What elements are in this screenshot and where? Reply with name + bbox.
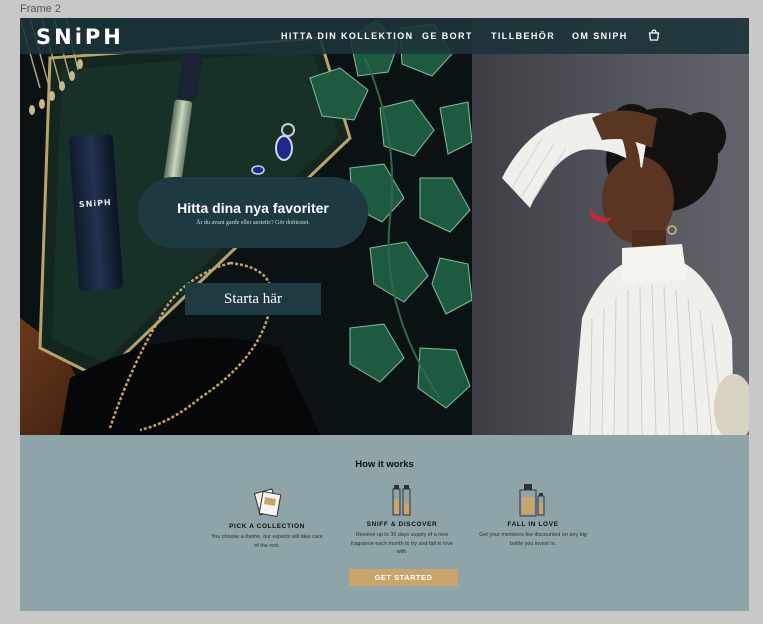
step-title: FALL IN LOVE <box>507 521 559 528</box>
step-title: PICK A COLLECTION <box>229 523 305 530</box>
step-fall-in-love: FALL IN LOVE Get your members fee discou… <box>473 483 593 555</box>
model-portrait-illustration <box>502 104 749 435</box>
nav-item-om-sniph[interactable]: OM SNIPH <box>572 31 628 41</box>
hero-title: Hitta dina nya favoriter <box>177 200 329 216</box>
how-it-works-section: How it works PICK A COLLECTION You choos… <box>20 435 749 611</box>
collection-cards-icon <box>253 488 282 517</box>
hero-subtitle: Är du avant garde eller aestetic? Gör do… <box>196 220 310 226</box>
step-description: You choose a theme, our experts will tak… <box>211 534 323 549</box>
step-title: SNIFF & DISCOVER <box>366 521 438 528</box>
hero-product-photo: SNiPH Hitta dina nya favoriter Är du ava… <box>20 18 472 435</box>
step-description: Get your members fee discounted on any b… <box>479 532 587 547</box>
nav-item-tillbehor[interactable]: TILLBEHÖR <box>491 31 555 41</box>
step-description: Receive up to 30 days supply of a new fr… <box>351 532 453 555</box>
nav-item-hitta-din-kollektion[interactable]: HITTA DIN KOLLEKTION <box>281 31 414 41</box>
top-navbar: SNiPH HITTA DIN KOLLEKTION GE BORT TILLB… <box>20 18 749 54</box>
nav-item-ge-bort[interactable]: GE BORT <box>422 31 473 41</box>
start-here-button[interactable]: Starta här <box>185 283 321 315</box>
hero-headline-card: Hitta dina nya favoriter Är du avant gar… <box>138 177 368 248</box>
page-frame: SNiPH Hitta dina nya favoriter Är du ava… <box>20 18 749 611</box>
step-sniff-and-discover: SNIFF & DISCOVER Receive up to 30 days s… <box>342 483 462 555</box>
how-it-works-title: How it works <box>355 459 414 470</box>
hero-section: SNiPH Hitta dina nya favoriter Är du ava… <box>20 18 749 435</box>
step-pick-a-collection: PICK A COLLECTION You choose a theme, ou… <box>207 485 327 555</box>
frame-label: Frame 2 <box>20 3 61 15</box>
perfume-vials-icon <box>392 485 411 516</box>
brand-logo[interactable]: SNiPH <box>36 25 124 49</box>
perfume-bottle-icon <box>519 484 545 517</box>
get-started-button[interactable]: GET STARTED <box>349 569 458 586</box>
hero-model-photo <box>472 18 749 435</box>
shopping-bag-icon[interactable] <box>647 28 661 42</box>
